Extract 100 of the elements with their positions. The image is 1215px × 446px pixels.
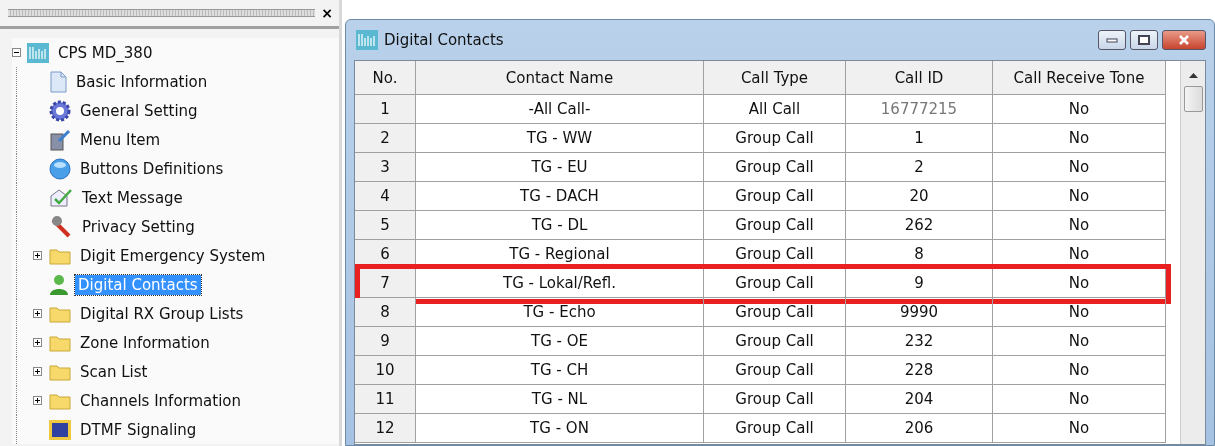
- maximize-button[interactable]: [1130, 30, 1158, 50]
- receive-tone-cell: No: [993, 153, 1166, 182]
- call-type-cell: Group Call: [704, 327, 846, 356]
- tree-item[interactable]: General Setting: [77, 100, 201, 121]
- column-header[interactable]: Call Type: [704, 61, 846, 95]
- tree-item[interactable]: Zone Information: [77, 332, 213, 353]
- row-number-cell: 11: [355, 385, 416, 414]
- expand-toggle-icon[interactable]: [31, 338, 43, 347]
- receive-tone-cell: No: [993, 182, 1166, 211]
- app-logo-icon: [356, 30, 378, 50]
- tree-item[interactable]: DTMF Signaling: [77, 419, 200, 440]
- contact-name-cell: -All Call-: [416, 95, 704, 124]
- receive-tone-cell: No: [993, 356, 1166, 385]
- expand-toggle-icon[interactable]: [31, 251, 43, 260]
- receive-tone-cell: No: [993, 95, 1166, 124]
- receive-tone-cell: No: [993, 414, 1166, 443]
- receive-tone-cell: No: [993, 298, 1166, 327]
- folder-icon: [49, 304, 71, 323]
- maximize-icon: [1138, 35, 1150, 45]
- receive-tone-cell: No: [993, 240, 1166, 269]
- tree-item[interactable]: Basic Information: [73, 71, 211, 92]
- contact-name-cell: TG - ON: [416, 414, 704, 443]
- close-icon: [1177, 35, 1191, 45]
- call-type-cell: Group Call: [704, 153, 846, 182]
- expand-toggle-icon[interactable]: [31, 367, 43, 376]
- call-type-cell: Group Call: [704, 211, 846, 240]
- tree-item[interactable]: Channels Information: [77, 390, 244, 411]
- call-type-cell: Group Call: [704, 414, 846, 443]
- call-type-cell: Group Call: [704, 385, 846, 414]
- scroll-thumb[interactable]: [1183, 86, 1203, 112]
- call-id-cell: 206: [846, 414, 993, 443]
- call-id-cell: 232: [846, 327, 993, 356]
- receive-tone-cell: No: [993, 269, 1166, 298]
- close-button[interactable]: ×: [321, 5, 333, 21]
- call-type-cell: Group Call: [704, 269, 846, 298]
- minimize-icon: [1106, 37, 1118, 43]
- tree-item[interactable]: Buttons Definitions: [77, 158, 227, 179]
- call-type-cell: Group Call: [704, 240, 846, 269]
- contact-name-cell: TG - WW: [416, 124, 704, 153]
- call-id-cell: 1: [846, 124, 993, 153]
- tree-item[interactable]: Digit Emergency System: [77, 245, 269, 266]
- gear-icon: [49, 99, 71, 122]
- tree-item[interactable]: Digital RX Group Lists: [77, 303, 247, 324]
- receive-tone-cell: No: [993, 124, 1166, 153]
- close-button[interactable]: [1162, 30, 1206, 50]
- sphere-icon: [49, 157, 71, 180]
- call-id-cell: 20: [846, 182, 993, 211]
- message-check-icon: [49, 187, 73, 208]
- row-number-cell: 9: [355, 327, 416, 356]
- folder-icon: [49, 333, 71, 352]
- folder-icon: [49, 246, 71, 265]
- column-header[interactable]: Call ID: [846, 61, 993, 95]
- row-number-cell: 12: [355, 414, 416, 443]
- column-header[interactable]: Contact Name: [416, 61, 704, 95]
- call-id-cell: 228: [846, 356, 993, 385]
- person-icon: [49, 273, 69, 296]
- vertical-scrollbar[interactable]: [1180, 61, 1205, 444]
- contact-name-cell: TG - Regional: [416, 240, 704, 269]
- folder-icon: [49, 362, 71, 381]
- expand-toggle-icon[interactable]: [31, 396, 43, 405]
- collapse-toggle-icon[interactable]: [12, 48, 21, 57]
- call-id-cell: 2: [846, 153, 993, 182]
- contact-name-cell: TG - OE: [416, 327, 704, 356]
- call-id-cell: 204: [846, 385, 993, 414]
- tablet-pen-icon: [49, 128, 71, 151]
- row-number-cell: 5: [355, 211, 416, 240]
- receive-tone-cell: No: [993, 385, 1166, 414]
- tree-item[interactable]: Privacy Setting: [79, 216, 198, 237]
- contact-name-cell: TG - Echo: [416, 298, 704, 327]
- panel-grip[interactable]: [8, 9, 316, 17]
- keypad-icon: [49, 419, 71, 440]
- call-type-cell: Group Call: [704, 356, 846, 385]
- call-id-cell: 9990: [846, 298, 993, 327]
- folder-icon: [49, 391, 71, 410]
- document-icon: [49, 70, 67, 93]
- contact-name-cell: TG - DL: [416, 211, 704, 240]
- wrench-icon: [49, 215, 73, 238]
- minimize-button[interactable]: [1098, 30, 1126, 50]
- call-type-cell: Group Call: [704, 298, 846, 327]
- row-number-cell: 3: [355, 153, 416, 182]
- scroll-up-icon[interactable]: [1188, 73, 1198, 78]
- expand-toggle-icon[interactable]: [31, 309, 43, 318]
- call-type-cell: Group Call: [704, 182, 846, 211]
- app-logo-icon: [27, 42, 49, 63]
- column-header[interactable]: No.: [355, 61, 416, 95]
- call-type-cell: All Call: [704, 95, 846, 124]
- tree-item[interactable]: Menu Item: [77, 129, 164, 150]
- row-number-cell: 8: [355, 298, 416, 327]
- tree-root-label[interactable]: CPS MD_380: [55, 42, 156, 63]
- row-number-cell: 1: [355, 95, 416, 124]
- call-id-cell: 9: [846, 269, 993, 298]
- contact-name-cell: TG - EU: [416, 153, 704, 182]
- tree-item[interactable]: Text Message: [79, 187, 186, 208]
- contact-name-cell: TG - NL: [416, 385, 704, 414]
- column-header[interactable]: Call Receive Tone: [993, 61, 1166, 95]
- tree-item[interactable]: Scan List: [77, 361, 151, 382]
- call-id-cell: 262: [846, 211, 993, 240]
- window-title: Digital Contacts: [384, 31, 504, 49]
- call-id-cell: 8: [846, 240, 993, 269]
- receive-tone-cell: No: [993, 327, 1166, 356]
